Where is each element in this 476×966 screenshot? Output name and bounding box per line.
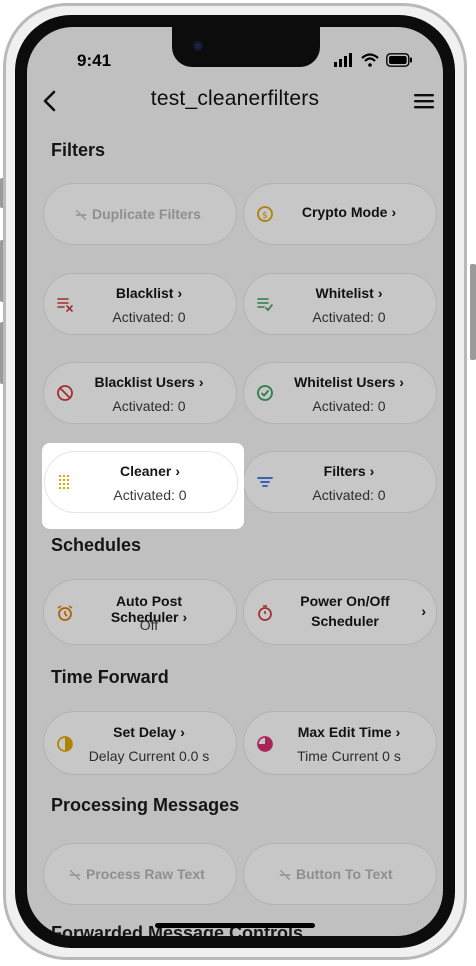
card-status: Activated: 0 xyxy=(112,309,186,325)
button-to-text-button[interactable]: Button To Text xyxy=(243,843,437,905)
blacklist-users-button[interactable]: Blacklist Users › Activated: 0 xyxy=(43,362,237,424)
section-title-time-forward: Time Forward xyxy=(51,667,169,687)
svg-text:$: $ xyxy=(262,211,268,221)
cleaner-grid-icon xyxy=(59,475,69,489)
card-status: Delay Current 0.0 s xyxy=(88,748,210,764)
phone-bezel: 9:41 test_cleanerfilters Filters Duplica… xyxy=(15,15,455,948)
alarm-icon xyxy=(57,605,73,621)
card-label: Crypto Mode › xyxy=(301,204,397,220)
home-indicator xyxy=(155,923,315,928)
card-status: Activated: 0 xyxy=(112,398,186,414)
card-label: Blacklist › xyxy=(115,285,183,301)
duplicate-filters-button[interactable]: Duplicate Filters xyxy=(43,183,237,245)
link-off-icon xyxy=(69,869,81,881)
power-scheduler-button[interactable]: Power On/Off Scheduler › xyxy=(243,579,437,645)
page-title: test_cleanerfilters xyxy=(150,87,320,110)
signal-icon xyxy=(334,53,352,67)
wifi-icon xyxy=(361,53,379,67)
link-off-icon xyxy=(75,209,87,221)
card-label-line1: Power On/Off xyxy=(300,593,390,609)
chevron-right-icon: › xyxy=(421,603,426,619)
card-label-line2: Scheduler xyxy=(311,613,379,629)
filters-button[interactable]: Filters › Activated: 0 xyxy=(243,451,437,513)
device-frame: 9:41 test_cleanerfilters Filters Duplica… xyxy=(0,0,476,966)
filter-icon xyxy=(257,477,273,487)
clock-half-icon xyxy=(57,736,73,752)
card-status: Activated: 0 xyxy=(312,398,386,414)
battery-icon xyxy=(386,53,412,67)
process-raw-text-button[interactable]: Process Raw Text xyxy=(43,843,237,905)
link-off-icon xyxy=(279,869,291,881)
check-circle-icon xyxy=(257,385,273,401)
hamburger-menu-icon[interactable] xyxy=(411,89,437,113)
timer-icon xyxy=(258,605,272,621)
cleaner-button[interactable]: Cleaner › Activated: 0 xyxy=(44,451,238,513)
dynamic-island xyxy=(172,27,320,67)
card-status: Activated: 0 xyxy=(113,487,187,503)
card-label: Blacklist Users › xyxy=(94,374,204,390)
clock-edit-icon xyxy=(257,736,273,752)
whitelist-users-button[interactable]: Whitelist Users › Activated: 0 xyxy=(243,362,437,424)
crypto-mode-button[interactable]: $ Crypto Mode › xyxy=(243,183,437,245)
section-title-filters: Filters xyxy=(51,140,106,160)
list-remove-icon xyxy=(57,298,73,312)
section-title-schedules: Schedules xyxy=(51,535,142,555)
card-label: Filters › xyxy=(323,463,375,479)
power-button xyxy=(470,264,476,360)
block-icon xyxy=(57,385,73,401)
auto-post-scheduler-button[interactable]: Auto Post Scheduler › Off xyxy=(43,579,237,645)
blacklist-button[interactable]: Blacklist › Activated: 0 xyxy=(43,273,237,335)
app-header: test_cleanerfilters xyxy=(27,79,443,123)
list-check-icon xyxy=(257,298,273,312)
card-label: Max Edit Time › xyxy=(297,724,401,740)
back-arrow-icon[interactable] xyxy=(37,87,65,115)
card-label: Whitelist Users › xyxy=(294,374,404,390)
whitelist-button[interactable]: Whitelist › Activated: 0 xyxy=(243,273,437,335)
card-label: Duplicate Filters xyxy=(92,206,201,222)
card-label: Cleaner › xyxy=(119,463,181,479)
status-time: 9:41 xyxy=(77,51,112,70)
section-title-processing: Processing Messages xyxy=(51,795,240,815)
phone-shell: 9:41 test_cleanerfilters Filters Duplica… xyxy=(3,3,467,960)
card-status: Activated: 0 xyxy=(312,487,386,503)
card-label: Button To Text xyxy=(296,866,393,882)
max-edit-time-button[interactable]: Max Edit Time › Time Current 0 s xyxy=(243,711,437,775)
status-icons xyxy=(334,53,413,67)
camera-icon xyxy=(193,41,203,51)
card-status: Activated: 0 xyxy=(312,309,386,325)
set-delay-button[interactable]: Set Delay › Delay Current 0.0 s xyxy=(43,711,237,775)
card-status: Off xyxy=(139,617,159,633)
card-label: Set Delay › xyxy=(113,724,185,740)
card-label: Process Raw Text xyxy=(86,866,205,882)
card-label: Whitelist › xyxy=(315,285,383,301)
tutorial-highlight: Cleaner › Activated: 0 xyxy=(42,443,244,529)
coin-icon: $ xyxy=(257,206,273,222)
card-status: Time Current 0 s xyxy=(297,748,401,764)
app-screen: 9:41 test_cleanerfilters Filters Duplica… xyxy=(27,27,443,936)
